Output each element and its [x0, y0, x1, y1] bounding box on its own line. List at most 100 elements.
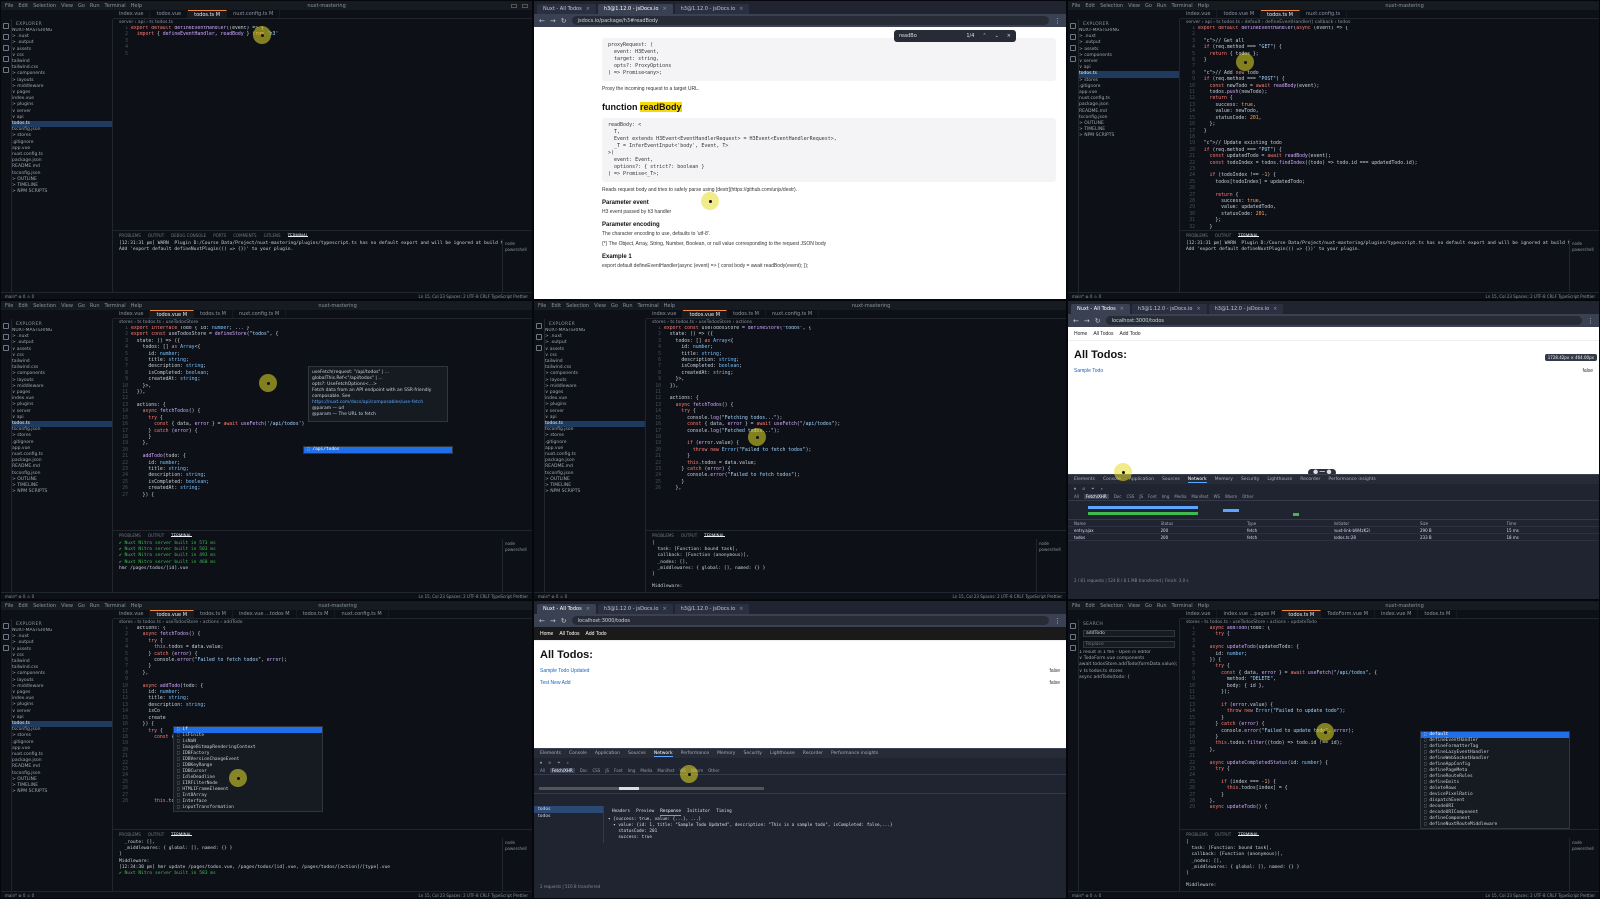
- files-icon[interactable]: [3, 623, 9, 629]
- nav-all-todos[interactable]: All Todos: [559, 631, 579, 637]
- request-names[interactable]: todos todos: [534, 806, 604, 843]
- menu-icon[interactable]: ⋮: [1054, 17, 1061, 25]
- panel-tab-ports[interactable]: PORTS: [213, 233, 226, 238]
- tab-item[interactable]: Application: [1129, 477, 1154, 482]
- tab-item[interactable]: All: [540, 768, 545, 773]
- menu-icon[interactable]: ⋮: [1587, 317, 1594, 325]
- menu-selection[interactable]: Selection: [33, 603, 56, 609]
- nav-home[interactable]: Home: [540, 631, 553, 637]
- tab-item[interactable]: JS: [605, 768, 609, 773]
- menu-terminal[interactable]: Terminal: [1172, 603, 1193, 609]
- tab-item[interactable]: Sources: [1162, 477, 1180, 482]
- menu-edit[interactable]: Edit: [18, 3, 28, 9]
- code-lines[interactable]: export const useTodosStore = defineStore…: [664, 326, 1066, 530]
- code-line[interactable]: },: [664, 486, 1066, 492]
- request-name[interactable]: todos: [534, 813, 603, 820]
- tab-item[interactable]: Manifest: [1191, 494, 1208, 499]
- code-line[interactable]: [131, 52, 532, 58]
- menu-view[interactable]: View: [61, 3, 73, 9]
- tab-item[interactable]: Wasm: [1225, 494, 1237, 499]
- code-editor[interactable]: 1 2 3 4 5 6 7 8 9 10 11 12 13 14 15 16 17 18 19 20 21 22 23 24 2…: [1180, 626, 1599, 829]
- back-icon[interactable]: ←: [539, 17, 545, 25]
- tab-todoform[interactable]: TodoForm.vue M: [1321, 610, 1376, 618]
- menu-edit[interactable]: Edit: [18, 303, 28, 309]
- find-bar[interactable]: readBo 1/4 ⌃ ⌄ ×: [894, 30, 1016, 42]
- suggestion-list[interactable]: ⬚ default ⬚ defineEventHandler ⬚ defineFor…: [1420, 731, 1570, 829]
- status-left[interactable]: main* ⊗ 0 ⚠ 0: [1072, 294, 1101, 299]
- source-control-icon[interactable]: [1070, 645, 1076, 651]
- terminal-list[interactable]: node powershell: [1569, 838, 1599, 892]
- column-header[interactable]: Type: [1247, 521, 1334, 526]
- search-input[interactable]: addTodo: [1083, 630, 1175, 637]
- menu-view[interactable]: View: [61, 603, 73, 609]
- tab-item[interactable]: Recorder: [1300, 477, 1320, 482]
- tree-item[interactable]: > NPM SCRIPTS: [12, 189, 112, 195]
- menu-icon[interactable]: ⋮: [1054, 617, 1061, 625]
- terminal-output[interactable]: [12:31:31 pm] WARN Plugin D:/Course Data…: [113, 239, 502, 292]
- tab-item[interactable]: Sources: [628, 751, 646, 756]
- status-right[interactable]: Ln 15, Col 23 Spaces: 2 UTF-8 CRLF TypeS…: [953, 594, 1062, 599]
- tab-item[interactable]: Img: [628, 768, 636, 773]
- tab-item[interactable]: Application: [595, 751, 620, 756]
- tab-item[interactable]: Font: [1148, 494, 1157, 499]
- tab-item[interactable]: Security: [1241, 477, 1259, 482]
- minimize-icon[interactable]: [511, 3, 517, 8]
- browser-tab-h3-docs-2[interactable]: h3@1.12.0 - jsDocs.io ×: [674, 4, 750, 14]
- menu-terminal[interactable]: Terminal: [105, 303, 126, 309]
- browser-tab-todos[interactable]: Nuxt - All Todos ×: [537, 604, 596, 614]
- tab-item[interactable]: Doc: [1114, 494, 1122, 499]
- terminal-list[interactable]: node powershell: [1036, 539, 1066, 593]
- tree-item[interactable]: await todosStore.addTodo(formData.value)…: [1079, 662, 1179, 668]
- address-bar[interactable]: localhost:3000/todos: [571, 616, 1049, 625]
- tab-item[interactable]: Network: [653, 751, 673, 757]
- tab-item[interactable]: Performance insights: [831, 751, 878, 756]
- panel-tab-output[interactable]: OUTPUT: [681, 533, 697, 538]
- tab-item[interactable]: Other: [708, 768, 719, 773]
- back-icon[interactable]: ←: [539, 617, 545, 625]
- code-line[interactable]: }: [1198, 225, 1599, 230]
- menu-help[interactable]: Help: [664, 303, 675, 309]
- menu-file[interactable]: File: [538, 303, 546, 309]
- tab-nuxt-config[interactable]: nuxt.config.ts: [1300, 10, 1348, 18]
- menu-run[interactable]: Run: [90, 303, 100, 309]
- search-icon[interactable]: [3, 34, 9, 40]
- menu-run[interactable]: Run: [90, 3, 100, 9]
- tab-item[interactable]: Media: [1174, 494, 1186, 499]
- find-close-icon[interactable]: ×: [1007, 33, 1011, 39]
- debug-icon[interactable]: [1070, 56, 1076, 62]
- menu-edit[interactable]: Edit: [1085, 603, 1095, 609]
- browser-tab-h3-docs-2[interactable]: h3@1.12.0 - jsDocs.io ×: [1208, 304, 1284, 314]
- tab-item[interactable]: Lighthouse: [770, 751, 795, 756]
- debug-icon[interactable]: [3, 56, 9, 62]
- files-icon[interactable]: [3, 323, 9, 329]
- menu-help[interactable]: Help: [1198, 603, 1209, 609]
- tab-todos-vue[interactable]: todos.vue M: [150, 610, 195, 618]
- tab-todos-vue[interactable]: todos.vue M: [1217, 10, 1262, 18]
- menu-selection[interactable]: Selection: [566, 303, 589, 309]
- browser-tab-todos[interactable]: Nuxt - All Todos ×: [1071, 304, 1130, 314]
- source-control-icon[interactable]: [1070, 45, 1076, 51]
- terminal-output[interactable]: [12:31:31 pm] WARN Plugin D:/Course Data…: [1180, 239, 1569, 292]
- tab-item[interactable]: WS: [679, 768, 686, 773]
- panel-tab-terminal[interactable]: TERMINAL: [171, 533, 192, 538]
- suggestion-item[interactable]: ⬚ inputTransformation: [174, 805, 322, 811]
- column-header[interactable]: Initiator: [1334, 521, 1421, 526]
- files-icon[interactable]: [3, 23, 9, 29]
- tab-nuxt-config[interactable]: nuxt.config.ts M: [227, 10, 281, 18]
- tab-item[interactable]: Fetch/XHR: [1083, 493, 1109, 499]
- menu-view[interactable]: View: [1128, 603, 1140, 609]
- menu-help[interactable]: Help: [131, 3, 142, 9]
- tab-item[interactable]: Elements: [1074, 477, 1095, 482]
- menu-file[interactable]: File: [1072, 603, 1080, 609]
- menu-help[interactable]: Help: [131, 303, 142, 309]
- maximize-icon[interactable]: [522, 3, 528, 8]
- tab-nuxt-config[interactable]: nuxt.config.ts M: [233, 310, 287, 318]
- tab-todos-vue[interactable]: todos.vue: [150, 10, 189, 18]
- menu-view[interactable]: View: [594, 303, 606, 309]
- panel-tab-problems[interactable]: PROBLEMS: [119, 832, 141, 837]
- panel-tab-debug[interactable]: DEBUG CONSOLE: [171, 233, 206, 238]
- menu-go[interactable]: Go: [611, 303, 618, 309]
- table-row[interactable]: todos 200 fetch todos.ts:28 233 B 18 ms: [1068, 534, 1599, 541]
- terminal-output[interactable]: ✔ Nuxt Nitro server built in 573 ms ✔ Nux…: [113, 539, 502, 592]
- forward-icon[interactable]: →: [550, 617, 556, 625]
